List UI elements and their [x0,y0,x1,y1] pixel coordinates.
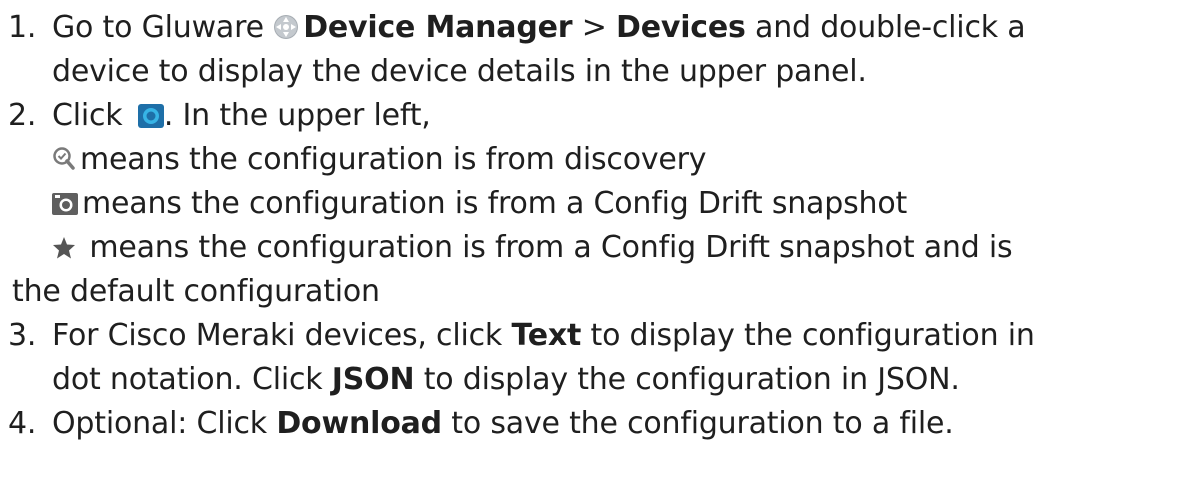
step-2: 2. Click . In the upper left, means the … [8,94,1185,314]
device-manager-link: Device Manager [303,10,573,45]
step-text: For Cisco Meraki devices, click [52,318,503,353]
download-option: Download [276,406,442,441]
json-option: JSON [331,362,415,397]
legend-continuation: the default configuration [12,274,380,309]
step-text: Go to Gluware [52,10,264,45]
step-number: 2. [8,98,37,133]
step-line: device to display the device details in … [52,54,867,89]
step-number: 4. [8,406,37,441]
camera-icon [52,192,78,216]
legend-text: means the configuration is from a Config… [82,186,908,221]
devices-link: Devices [616,10,746,45]
step-text: Click [52,98,123,133]
step-number: 3. [8,318,37,353]
text-option: Text [511,318,582,353]
step-body: Go to Gluware Device Manager > Devices a… [52,6,1185,94]
discovery-icon [52,146,76,172]
step-body: For Cisco Meraki devices, click Text to … [52,314,1185,402]
config-view-icon [137,104,164,128]
step-line: Optional: Click Download to save the con… [52,402,1185,446]
step-body: Optional: Click Download to save the con… [52,402,1185,446]
instructions-document: 1. Go to Gluware Device Manager > Device… [0,0,1185,483]
legend-item-snapshot: means the configuration is from a Config… [52,182,1185,226]
star-icon [52,236,76,260]
step-line: dot notation. Click JSON to display the … [52,358,1185,402]
legend-item-discovery: means the configuration is from discover… [52,138,1185,182]
step-line: Go to Gluware Device Manager > Devices a… [52,6,1185,50]
step-line: For Cisco Meraki devices, click Text to … [52,314,1185,358]
step-body: Click . In the upper left, means the con… [12,94,1185,314]
steps-list: 1. Go to Gluware Device Manager > Device… [8,6,1185,446]
step-text: to display the configuration in JSON. [423,362,960,397]
gluware-app-icon [273,14,299,40]
step-number: 1. [8,10,37,45]
step-line: Click . In the upper left, [52,94,1185,138]
step-text: . In the upper left, [163,98,431,133]
legend-item-default: means the configuration is from a Config… [52,226,1185,270]
step-text: Optional: Click [52,406,267,441]
step-text: to save the configuration to a file. [451,406,954,441]
step-text: and double-click a [755,10,1026,45]
legend-text: means the configuration is from discover… [80,142,707,177]
step-4: 4. Optional: Click Download to save the … [8,402,1185,446]
step-1: 1. Go to Gluware Device Manager > Device… [8,6,1185,94]
step-text: dot notation. Click [52,362,323,397]
breadcrumb-separator: > [581,10,607,45]
step-3: 3. For Cisco Meraki devices, click Text … [8,314,1185,402]
step-text: to display the configuration in [590,318,1035,353]
legend-text: means the configuration is from a Config… [89,230,1013,265]
